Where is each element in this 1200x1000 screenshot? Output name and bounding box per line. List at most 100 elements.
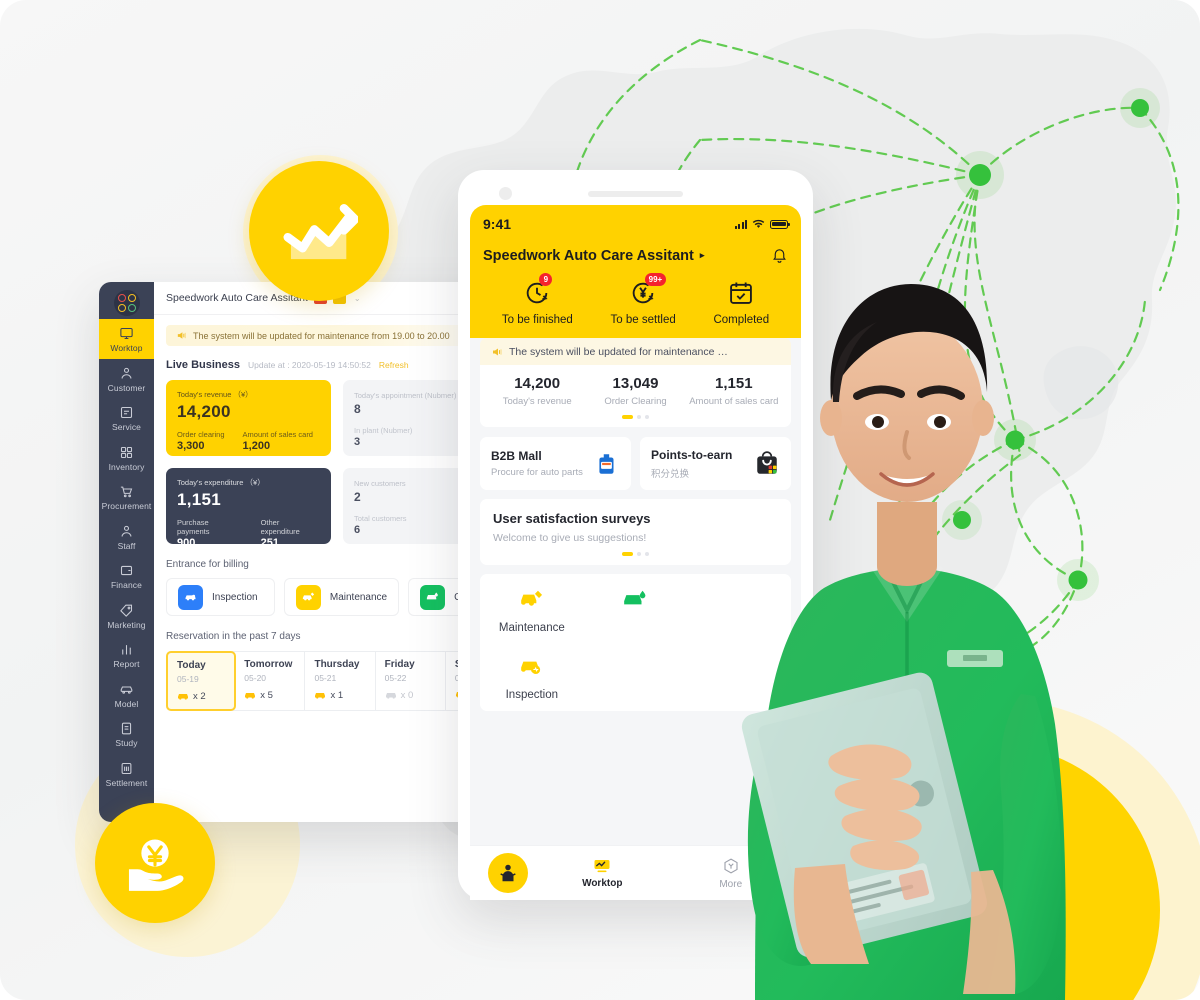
tile-to-be-finished[interactable]: 9 To be finished: [501, 273, 573, 326]
billing-button-label: Maintenance: [329, 591, 388, 603]
reservation-day-name: Today: [177, 660, 206, 671]
technician-photo: [741, 284, 1066, 1000]
stat-caption: Order Clearing: [604, 396, 667, 407]
reservation-day-thursday[interactable]: Thursday 05-21 x 1: [305, 652, 376, 710]
sidebar-item-customer[interactable]: Customer: [99, 359, 154, 399]
logo-dot-green: [127, 303, 136, 312]
oil-bottle-icon: [599, 453, 614, 474]
mechanic-icon[interactable]: [488, 853, 528, 893]
sidebar-item-inventory[interactable]: Inventory: [99, 438, 154, 478]
sidebar-label: Procurement: [101, 501, 152, 511]
car-icon: [120, 685, 133, 694]
sidebar-item-finance[interactable]: Finance: [99, 556, 154, 596]
megaphone-icon: [177, 332, 186, 339]
service-label: Maintenance: [498, 622, 565, 634]
caret-right-icon: ▸: [699, 250, 705, 260]
sidebar-item-service[interactable]: Service: [99, 398, 154, 438]
hand-yen-icon: [128, 839, 184, 891]
promo-subtitle: 积分兑换: [651, 468, 690, 480]
kpi-sub-value: 900: [177, 537, 196, 549]
sidebar-label: Staff: [117, 540, 136, 551]
cart-icon: [120, 486, 133, 498]
car-wrench-icon: [520, 590, 542, 606]
reservation-count: x 5: [244, 690, 295, 701]
user-icon: [121, 367, 132, 379]
kpi-card-expenditure[interactable]: Today's expenditure （¥） 1,151 Purchase p…: [166, 468, 331, 549]
kpi-card-revenue[interactable]: Today's revenue （¥） 14,200 Order clearin…: [166, 380, 331, 456]
tile-to-be-settled[interactable]: 99+ To be settled: [610, 273, 676, 326]
reservation-day-tomorrow[interactable]: Tomorrow 05-20 x 5: [235, 652, 306, 710]
stat-value: 13,049: [612, 375, 659, 392]
document-icon: [121, 722, 132, 735]
promo-card-b2b-mall[interactable]: B2B Mall Procure for auto parts: [480, 437, 631, 490]
growth-chart-badge: [249, 161, 389, 301]
reservation-count: x 0: [385, 690, 436, 701]
monitor-icon: [120, 327, 133, 340]
battery-icon: [770, 219, 790, 229]
sidebar-label: Service: [111, 422, 142, 432]
reservation-date: 05-21: [314, 673, 337, 683]
logo-dot-yellow-2: [117, 303, 126, 312]
wave-chart-icon: [594, 859, 610, 872]
sidebar-item-staff[interactable]: Staff: [99, 517, 154, 557]
sidebar-item-procurement[interactable]: Procurement: [99, 477, 154, 517]
service-maintenance[interactable]: Maintenance: [480, 587, 584, 634]
reservation-day-friday[interactable]: Friday 05-22 x 0: [376, 652, 446, 710]
sidebar-item-report[interactable]: Report: [99, 635, 154, 675]
phone-stat-revenue: 14,200 Today's revenue: [488, 375, 586, 407]
kpi-sub-value: 251: [260, 537, 279, 549]
car-icon: [315, 693, 326, 699]
sidebar-item-settlement[interactable]: Settlement: [99, 754, 154, 794]
reservation-count-text: x 1: [330, 690, 344, 701]
tile-badge: 99+: [645, 273, 666, 286]
bar-chart-icon: [122, 645, 131, 655]
service-label: Inspection: [505, 689, 559, 701]
signal-bars-icon: [734, 219, 747, 229]
chevron-down-icon[interactable]: ⌄: [354, 294, 361, 303]
service-placeholder-2[interactable]: [584, 654, 688, 701]
tile-label: To be finished: [501, 314, 573, 326]
hand-yen-badge: [95, 803, 215, 923]
reservation-day-today[interactable]: Today 05-19 x 2: [166, 651, 237, 711]
billing-button-inspection[interactable]: Inspection: [166, 578, 275, 616]
kpi-caption: Today's revenue （¥）: [177, 390, 253, 399]
kpi-value: 14,200: [177, 402, 231, 421]
service-car-wash[interactable]: [584, 587, 688, 634]
car-inspect-icon: [520, 661, 540, 675]
kpi-sub-value: 3,300: [177, 440, 205, 452]
reservation-count: x 2: [177, 691, 225, 702]
refresh-button[interactable]: Refresh: [379, 360, 409, 370]
kpi-caption: Today's expenditure （¥）: [177, 478, 265, 487]
logo-dot-yellow: [127, 293, 136, 302]
sidebar-label: Customer: [107, 382, 146, 393]
phone-shop-selector[interactable]: Speedwork Auto Care Assitant ▸: [483, 248, 704, 264]
app-title: Speedwork Auto Care Assitant: [166, 292, 308, 304]
billing-button-maintenance[interactable]: Maintenance: [283, 578, 400, 616]
car-inspect-icon: [178, 584, 203, 610]
kpi-sub-caption: Order clearing: [177, 430, 225, 439]
sidebar-item-marketing[interactable]: Marketing: [99, 596, 154, 636]
kpi-sub-caption: Other expenditure: [260, 518, 300, 536]
service-inspection[interactable]: Inspection: [480, 654, 584, 701]
sidebar-item-worktop[interactable]: Worktop: [99, 319, 154, 359]
tab-worktop[interactable]: Worktop: [538, 858, 667, 889]
sidebar-item-model[interactable]: Model: [99, 675, 154, 715]
promo-title: B2B Mall: [491, 449, 542, 463]
sidebar-label: Model: [114, 698, 139, 709]
billing-button-label: Inspection: [212, 591, 258, 603]
promo-title: Points-to-earn: [651, 447, 733, 462]
status-bar: 9:41: [483, 213, 790, 235]
sidebar-label: Marketing: [107, 619, 146, 630]
car-icon: [245, 693, 256, 699]
phone-notice-bar[interactable]: The system will be updated for maintenan…: [480, 338, 791, 365]
sidebar-label: Inventory: [108, 461, 145, 472]
stat-value: 14,200: [514, 375, 561, 392]
reservation-day-name: Thursday: [314, 659, 360, 670]
tile-label: To be settled: [610, 314, 676, 326]
section-title: Live Business: [166, 359, 240, 371]
sidebar-item-study[interactable]: Study: [99, 714, 154, 754]
sidebar-label: Study: [115, 738, 138, 748]
wallet-icon: [120, 565, 133, 576]
sidebar-label: Worktop: [110, 343, 143, 353]
logo-dot-red: [117, 293, 126, 302]
